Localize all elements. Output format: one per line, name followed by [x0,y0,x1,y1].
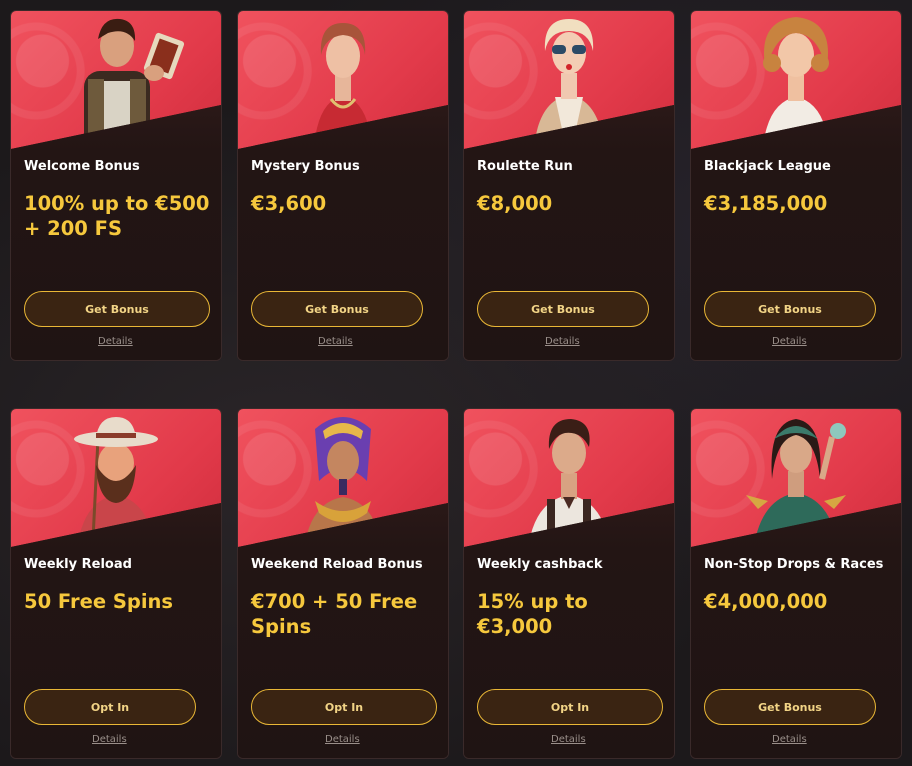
opt-in-button[interactable]: Opt In [251,689,437,725]
promo-card-non-stop-drops-races: Non-Stop Drops & Races €4,000,000 Get Bo… [690,408,902,759]
get-bonus-button[interactable]: Get Bonus [704,689,876,725]
card-title: Welcome Bonus [24,159,140,174]
promo-card-welcome-bonus: Welcome Bonus 100% up to €500 + 200 FS G… [10,10,222,361]
details-link[interactable]: Details [92,734,127,745]
card-amount: 15% up to €3,000 [477,590,588,638]
card-amount: €8,000 [477,192,553,215]
promo-card-mystery-bonus: Mystery Bonus €3,600 Get Bonus Details [237,10,449,361]
card-amount: €4,000,000 [704,590,828,613]
opt-in-button[interactable]: Opt In [477,689,663,725]
details-link[interactable]: Details [551,734,586,745]
details-link[interactable]: Details [98,336,133,347]
details-link[interactable]: Details [772,336,807,347]
details-link[interactable]: Details [325,734,360,745]
card-title: Roulette Run [477,159,573,174]
card-title: Mystery Bonus [251,159,360,174]
card-title: Weekend Reload Bonus [251,557,423,572]
promo-card-weekly-cashback: Weekly cashback 15% up to €3,000 Opt In … [463,408,675,759]
get-bonus-button[interactable]: Get Bonus [477,291,649,327]
get-bonus-button[interactable]: Get Bonus [704,291,876,327]
details-link[interactable]: Details [545,336,580,347]
details-link[interactable]: Details [772,734,807,745]
promo-card-blackjack-league: Blackjack League €3,185,000 Get Bonus De… [690,10,902,361]
promotions-grid: Welcome Bonus 100% up to €500 + 200 FS G… [0,0,912,766]
card-amount: 50 Free Spins [24,590,174,613]
card-title: Weekly Reload [24,557,132,572]
details-link[interactable]: Details [318,336,353,347]
get-bonus-button[interactable]: Get Bonus [24,291,210,327]
card-title: Weekly cashback [477,557,603,572]
get-bonus-button[interactable]: Get Bonus [251,291,423,327]
card-amount: €3,600 [251,192,327,215]
card-title: Non-Stop Drops & Races [704,557,884,572]
promo-card-weekend-reload-bonus: Weekend Reload Bonus €700 + 50 Free Spin… [237,408,449,759]
card-amount: €700 + 50 Free Spins [251,590,418,638]
promo-card-weekly-reload: Weekly Reload 50 Free Spins Opt In Detai… [10,408,222,759]
card-title: Blackjack League [704,159,831,174]
card-amount: 100% up to €500 + 200 FS [24,192,210,240]
card-amount: €3,185,000 [704,192,828,215]
opt-in-button[interactable]: Opt In [24,689,196,725]
promo-card-roulette-run: Roulette Run €8,000 Get Bonus Details [463,10,675,361]
